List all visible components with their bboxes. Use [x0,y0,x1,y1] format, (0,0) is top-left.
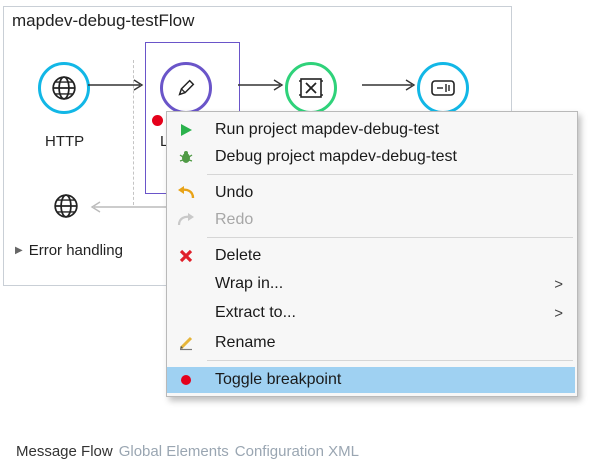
tab-configuration-xml[interactable]: Configuration XML [235,443,359,460]
submenu-chevron-icon: > [554,275,563,293]
debug-bug-icon [177,148,195,166]
return-arrow [90,201,168,213]
menu-item-redo[interactable]: Redo [167,207,575,233]
menu-item-label: Debug project mapdev-debug-test [215,148,457,165]
menu-separator [207,237,573,238]
rename-pencil-icon [177,334,195,352]
breakpoint-marker [152,115,163,126]
delete-x-icon [177,247,195,265]
menu-item-label: Redo [215,211,254,228]
menu-item-undo[interactable]: Undo [167,180,575,206]
submenu-chevron-icon: > [554,304,563,322]
run-icon [177,121,195,139]
menu-item-extract-to[interactable]: Extract to... > [167,300,575,326]
globe-icon [54,194,78,218]
tab-message-flow[interactable]: Message Flow [16,443,113,460]
context-menu: Run project mapdev-debug-test Debug proj… [166,111,578,397]
logger-node[interactable] [160,62,212,114]
menu-item-wrap-in[interactable]: Wrap in... > [167,271,575,297]
pencil-icon [178,79,195,96]
menu-item-label: Toggle breakpoint [215,371,342,388]
menu-item-label: Delete [215,247,262,264]
expand-triangle-icon: ▶ [15,245,23,256]
menu-item-rename[interactable]: Rename [167,330,575,356]
globe-icon [52,76,76,100]
tab-global-elements[interactable]: Global Elements [119,443,229,460]
menu-item-label: Run project mapdev-debug-test [215,121,440,138]
menu-item-label: Wrap in... [215,275,284,292]
menu-item-label: Rename [215,334,276,351]
editor-tabs: Message Flow Global Elements Configurati… [16,443,359,460]
http-node-label: HTTP [45,133,85,150]
http-node[interactable] [38,62,90,114]
menu-item-label: Extract to... [215,304,296,321]
error-handling-toggle[interactable]: ▶ Error handling [15,242,123,259]
transform-node[interactable] [285,62,337,114]
flow-title: mapdev-debug-testFlow [12,11,195,30]
menu-item-debug-project[interactable]: Debug project mapdev-debug-test [167,144,575,170]
flow-arrow [238,79,284,91]
transform-x-icon [299,78,323,98]
flow-arrow [88,79,144,91]
menu-separator [207,360,573,361]
menu-item-label: Undo [215,184,254,201]
redo-icon [177,211,195,229]
menu-item-run-project[interactable]: Run project mapdev-debug-test [167,117,575,143]
undo-icon [177,184,195,202]
breakpoint-dot-icon [177,371,195,389]
menu-separator [207,174,573,175]
menu-item-delete[interactable]: Delete [167,243,575,269]
connector-node[interactable] [417,62,469,114]
error-handling-label: Error handling [28,242,123,259]
menu-item-toggle-breakpoint[interactable]: Toggle breakpoint [167,367,575,393]
flow-arrow [362,79,416,91]
connector-icon [431,80,455,96]
